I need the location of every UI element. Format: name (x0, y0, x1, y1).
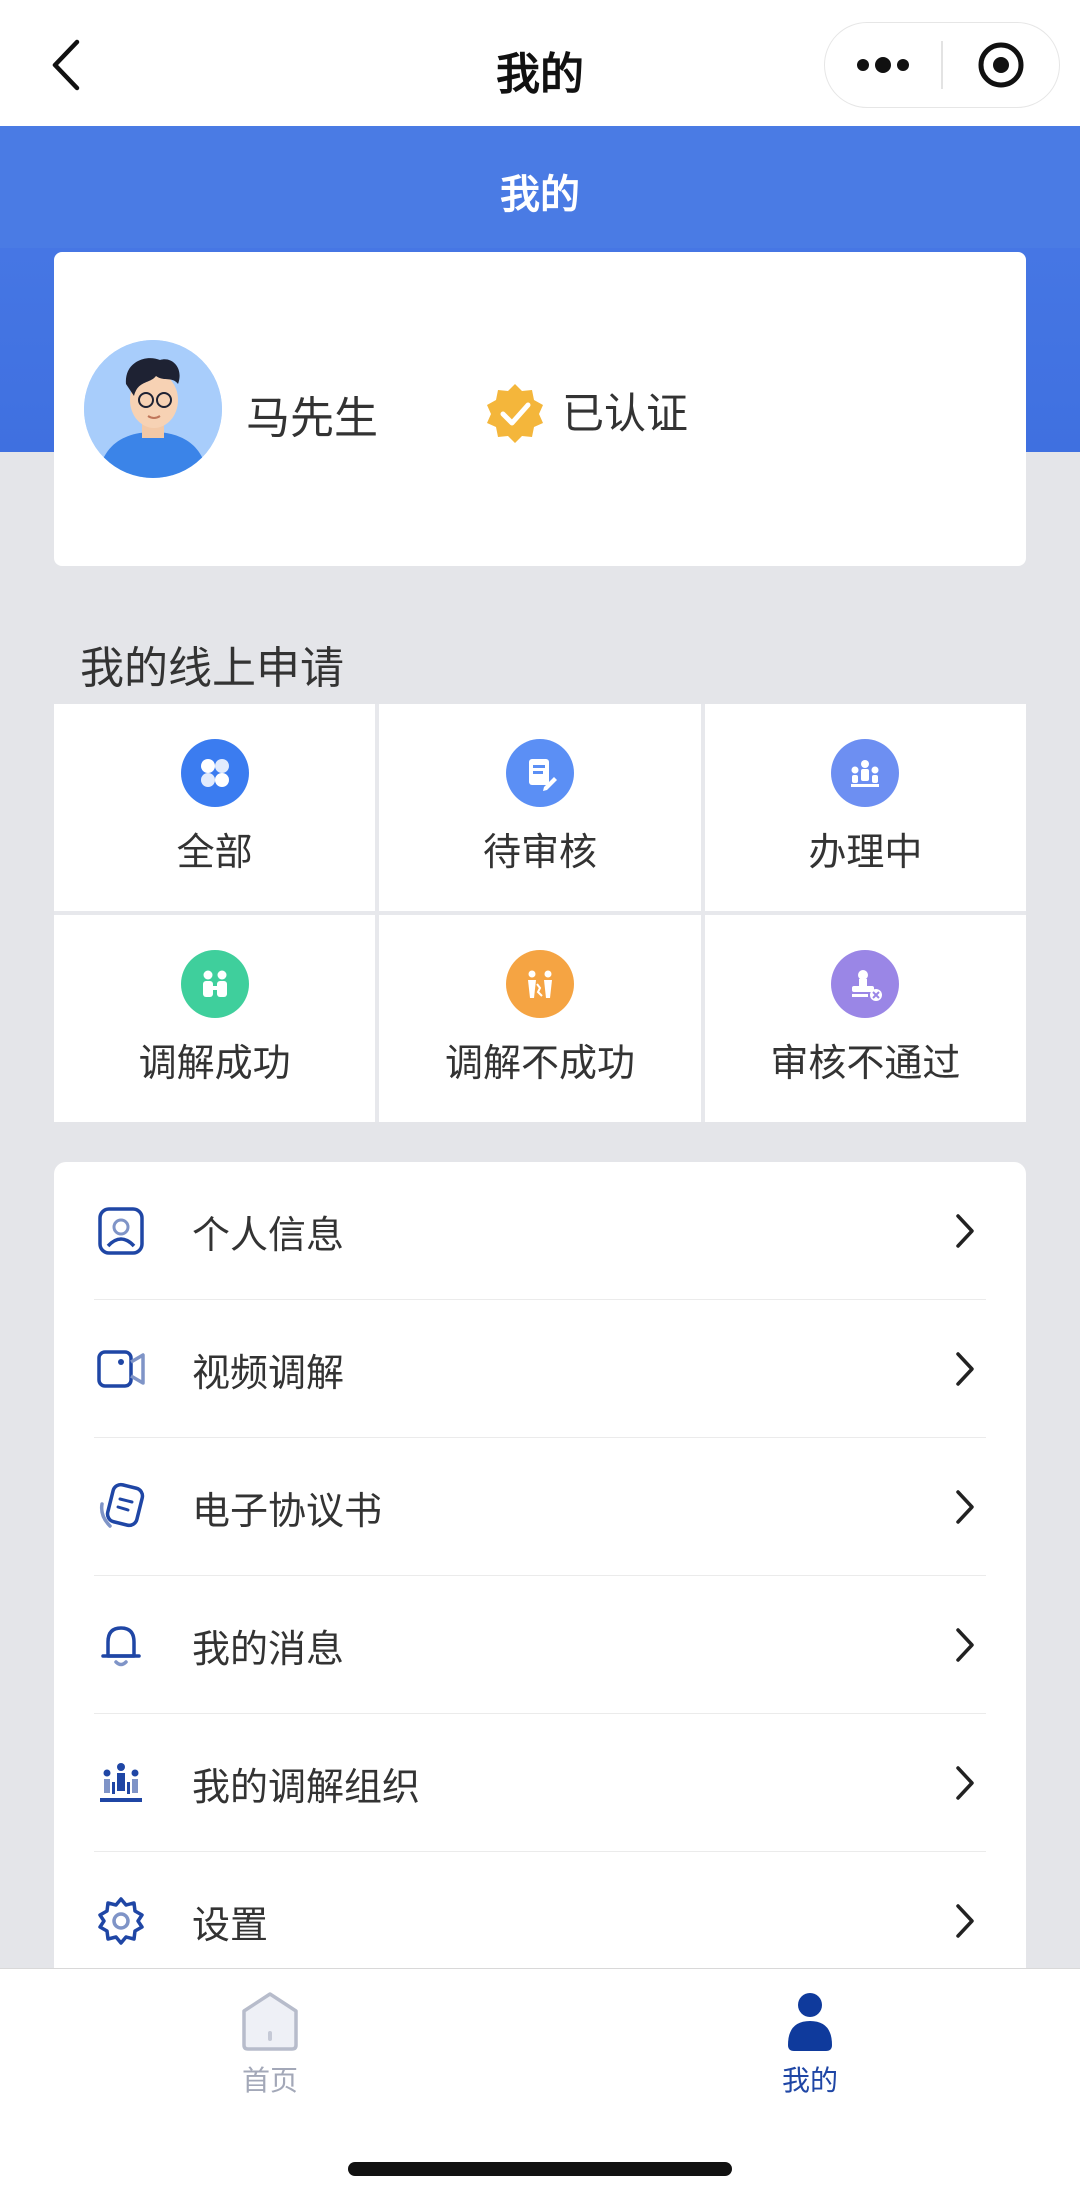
menu-item-label: 我的消息 (192, 1626, 345, 1671)
profile-icon (94, 1204, 148, 1258)
avatar[interactable] (84, 340, 222, 478)
tab-mine[interactable]: 我的 (710, 1989, 910, 2109)
more-dots-icon (857, 57, 910, 73)
status-mediation-failed[interactable]: 调解不成功 (379, 915, 701, 1122)
user-icon (788, 1993, 832, 2051)
status-label: 调解不成功 (444, 1041, 635, 1085)
top-nav-bar: 我的 (0, 0, 1080, 126)
status-label: 调解成功 (138, 1041, 291, 1085)
chevron-right-icon (950, 1347, 980, 1391)
user-name: 马先生 (246, 393, 378, 444)
chevron-right-icon (950, 1485, 980, 1529)
tab-home[interactable]: 首页 (170, 1989, 370, 2109)
gear-icon (94, 1894, 148, 1948)
chevron-right-icon (950, 1209, 980, 1253)
bell-icon (94, 1618, 148, 1672)
more-button[interactable] (825, 23, 941, 107)
verification-status: 已认证 (562, 389, 689, 438)
agreement-icon (94, 1480, 148, 1534)
chevron-right-icon (950, 1761, 980, 1805)
avatar-illustration (84, 340, 222, 478)
home-icon (242, 1992, 298, 2051)
menu-item-my-mediation-org[interactable]: 我的调解组织 (54, 1714, 1026, 1852)
menu-item-label: 我的调解组织 (192, 1764, 421, 1809)
status-in-progress[interactable]: 办理中 (704, 704, 1026, 911)
broken-icon (505, 950, 574, 1018)
meeting-icon (831, 739, 900, 807)
status-pending-review[interactable]: 待审核 (379, 704, 701, 911)
menu-item-label: 设置 (192, 1902, 269, 1947)
menu-item-video-mediation[interactable]: 视频调解 (54, 1300, 1026, 1438)
video-icon (94, 1342, 148, 1396)
status-label: 审核不通过 (770, 1041, 961, 1085)
menu-item-label: 视频调解 (192, 1350, 345, 1395)
menu-item-my-messages[interactable]: 我的消息 (54, 1576, 1026, 1714)
menu-item-e-agreement[interactable]: 电子协议书 (54, 1438, 1026, 1576)
mini-program-capsule (824, 22, 1060, 108)
document-icon (505, 739, 574, 807)
profile-card[interactable]: 马先生 已认证 (54, 252, 1026, 566)
application-status-grid: 全部 待审核 办理中 调解成功 调解不成功 审核不通过 (54, 704, 1026, 1122)
settings-menu: 个人信息 视频调解 电子协议书 我的消息 我的调解组织 设置 (54, 1162, 1026, 1982)
header-title: 我的 (500, 172, 580, 218)
status-label: 全部 (176, 830, 253, 874)
status-label: 办理中 (808, 830, 923, 874)
tab-home-label: 首页 (241, 2064, 298, 2097)
menu-item-label: 个人信息 (192, 1212, 345, 1257)
home-indicator[interactable] (348, 2162, 732, 2176)
menu-item-personal-info[interactable]: 个人信息 (54, 1162, 1026, 1300)
organization-icon (94, 1756, 148, 1810)
menu-item-settings[interactable]: 设置 (54, 1852, 1026, 1982)
menu-item-label: 电子协议书 (192, 1488, 383, 1533)
rejected-icon (831, 950, 900, 1018)
chevron-right-icon (950, 1623, 980, 1667)
section-title-applications: 我的线上申请 (80, 643, 344, 694)
target-icon (978, 42, 1024, 88)
status-review-rejected[interactable]: 审核不通过 (704, 915, 1026, 1122)
tab-mine-label: 我的 (781, 2064, 838, 2097)
verified-badge-icon (484, 382, 546, 444)
status-mediation-success[interactable]: 调解成功 (54, 915, 376, 1122)
chevron-right-icon (950, 1899, 980, 1943)
status-all[interactable]: 全部 (54, 704, 376, 911)
grid-icon (180, 739, 249, 807)
handshake-icon (180, 950, 249, 1018)
status-label: 待审核 (482, 830, 597, 874)
close-program-button[interactable] (943, 23, 1059, 107)
